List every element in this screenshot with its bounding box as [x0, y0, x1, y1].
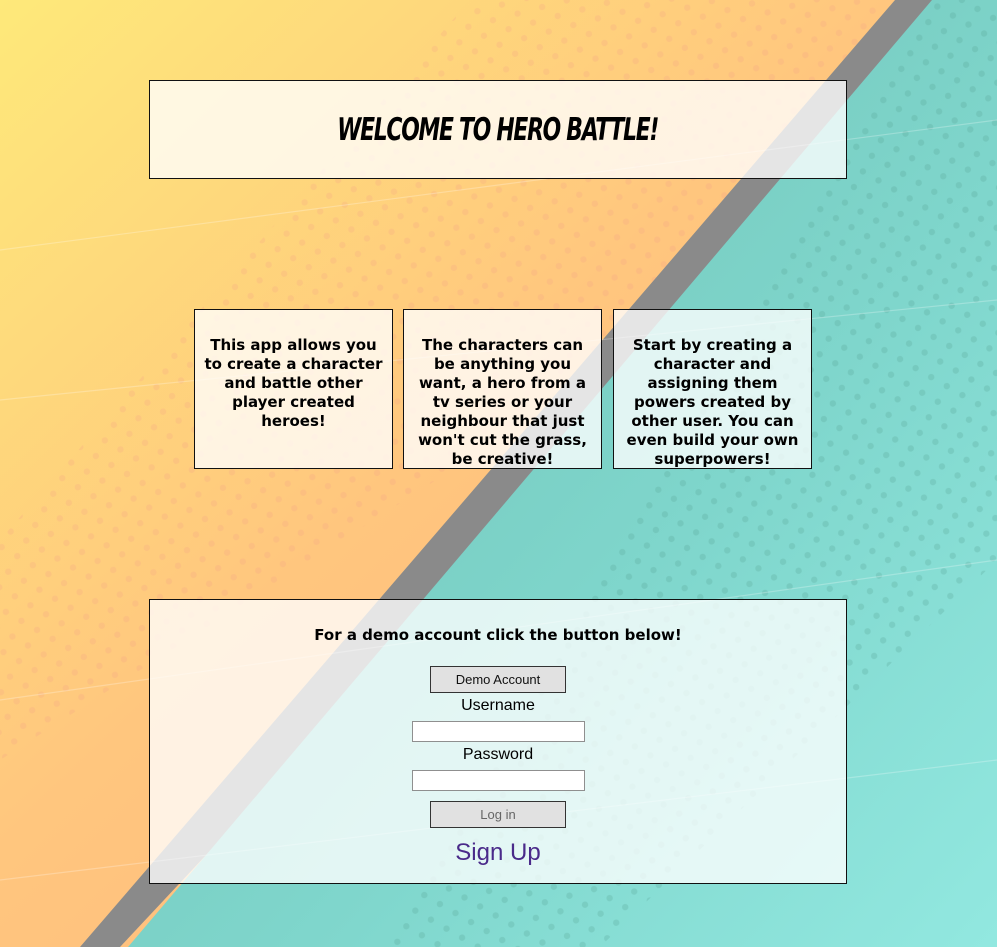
header-banner: Welcome to Hero Battle!: [149, 80, 847, 179]
page-title: Welcome to Hero Battle!: [337, 111, 660, 148]
demo-account-button[interactable]: Demo Account: [430, 666, 566, 693]
login-panel: For a demo account click the button belo…: [149, 599, 847, 884]
info-card-create-character: This app allows you to create a characte…: [194, 309, 393, 469]
sign-up-link[interactable]: Sign Up: [150, 839, 846, 867]
demo-prompt: For a demo account click the button belo…: [314, 626, 682, 644]
password-label: Password: [462, 746, 534, 763]
info-card-any-character: The characters can be anything you want,…: [403, 309, 602, 469]
login-button[interactable]: Log in: [430, 801, 566, 828]
info-card-text: Start by creating a character and assign…: [626, 336, 799, 468]
password-field[interactable]: [412, 770, 585, 791]
info-card-text: The characters can be anything you want,…: [418, 336, 587, 468]
username-field[interactable]: [412, 721, 585, 742]
info-card-get-started: Start by creating a character and assign…: [613, 309, 812, 469]
username-label: Username: [461, 697, 535, 714]
info-card-text: This app allows you to create a characte…: [204, 336, 383, 430]
